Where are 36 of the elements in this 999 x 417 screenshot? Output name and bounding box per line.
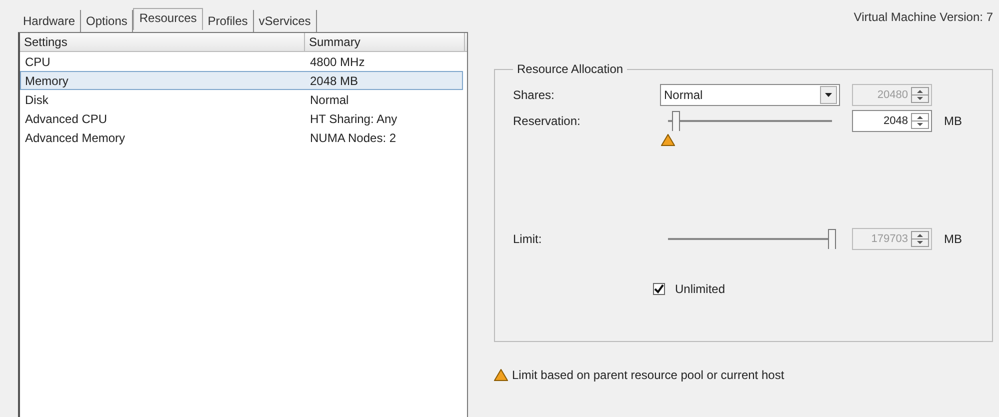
shares-dropdown[interactable]: Normal	[660, 84, 840, 106]
unit-label: MB	[944, 232, 963, 246]
settings-row[interactable]: Memory 2048 MB	[20, 71, 463, 90]
unlimited-checkbox[interactable]	[653, 283, 665, 295]
settings-row[interactable]: Disk Normal	[20, 90, 463, 109]
column-header[interactable]: Summary	[305, 33, 465, 51]
setting-name: Memory	[24, 74, 70, 88]
setting-summary: NUMA Nodes: 2	[309, 130, 398, 144]
unit-label: MB	[944, 114, 963, 128]
settings-row[interactable]: CPU 4800 MHz	[20, 52, 463, 71]
group-title: Resource Allocation	[516, 62, 624, 76]
tab[interactable]: Resources	[133, 8, 203, 30]
field-label: Reservation:	[513, 114, 582, 128]
field-label: Limit:	[513, 232, 543, 246]
warning-icon	[661, 134, 675, 146]
setting-summary: HT Sharing: Any	[309, 112, 398, 126]
spin-arrows-icon	[911, 113, 929, 129]
setting-name: CPU	[24, 54, 52, 68]
setting-name: Disk	[24, 92, 50, 106]
note-text: Limit based on parent resource pool or current host	[512, 368, 784, 382]
spin-arrows-icon	[911, 87, 929, 103]
setting-name: Advanced Memory	[24, 130, 126, 144]
column-header[interactable]: Settings	[20, 33, 305, 51]
setting-summary: Normal	[309, 92, 350, 106]
checkbox-label: Unlimited	[675, 282, 726, 296]
spin-field[interactable]: 2048	[852, 110, 932, 132]
slider-thumb[interactable]	[672, 111, 680, 131]
setting-name: Advanced CPU	[24, 112, 108, 126]
warning-icon	[494, 369, 508, 381]
setting-summary: 4800 MHz	[309, 54, 366, 68]
spin-arrows-icon	[911, 231, 929, 247]
setting-summary: 2048 MB	[309, 74, 360, 88]
field-label: Shares:	[513, 88, 556, 102]
settings-row[interactable]: Advanced Memory NUMA Nodes: 2	[20, 128, 463, 147]
version-label: Virtual Machine Version: 7	[854, 10, 993, 26]
settings-row[interactable]: Advanced CPU HT Sharing: Any	[20, 109, 463, 128]
